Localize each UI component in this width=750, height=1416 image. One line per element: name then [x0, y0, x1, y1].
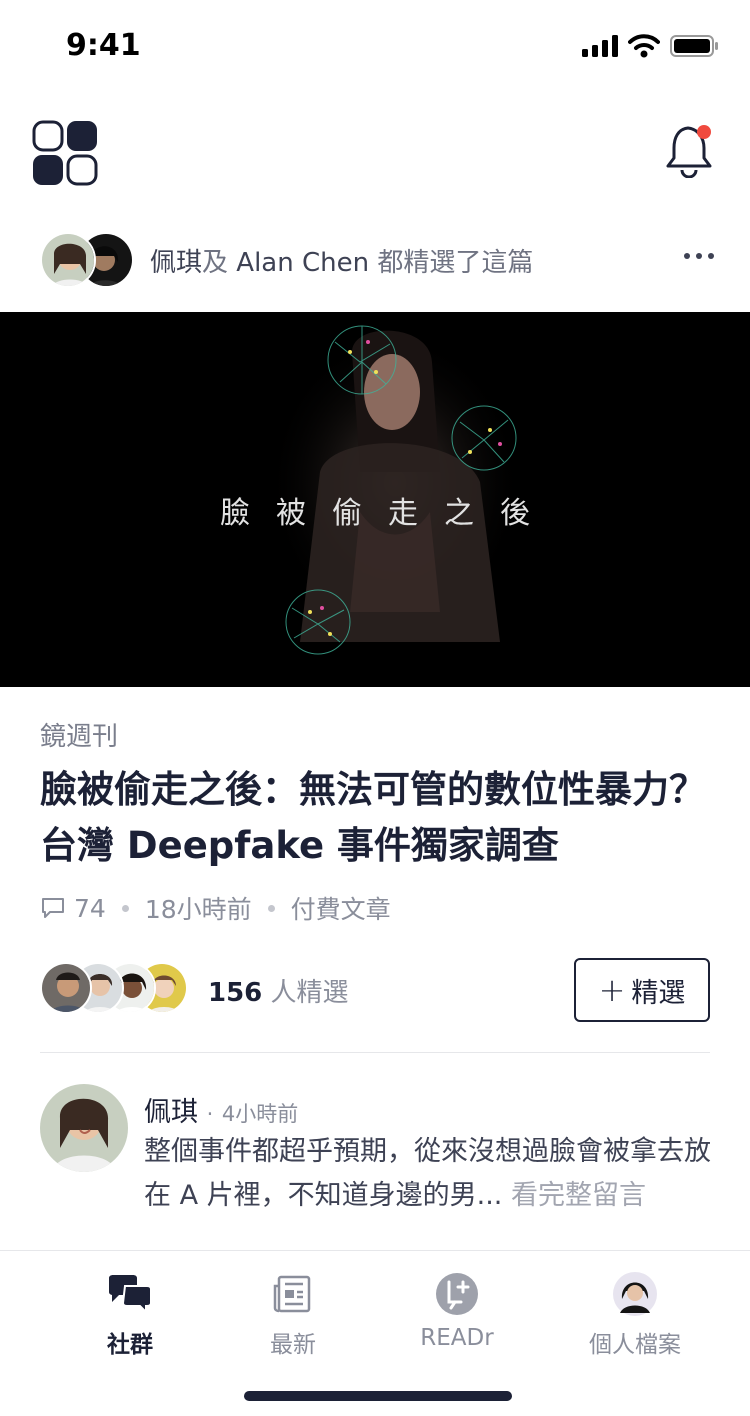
newspaper-icon [273, 1275, 311, 1313]
tab-label: 個人檔案 [589, 1332, 681, 1358]
app-logo-icon[interactable] [32, 120, 98, 186]
plus-icon: + [598, 971, 626, 1009]
featured-comment[interactable]: 佩琪 · 4小時前 整個事件都超乎預期，從來沒想過臉會被拿去放在 A 片裡，不知… [40, 1084, 720, 1214]
pick-button-label: 精選 [631, 977, 686, 1009]
home-indicator[interactable] [244, 1391, 512, 1401]
curation-header: 佩琪及 Alan Chen 都精選了這篇 [40, 230, 720, 290]
avatar [40, 232, 96, 288]
divider [40, 1052, 710, 1053]
article-meta: 74 18小時前 付費文章 [40, 890, 391, 926]
app-header [0, 100, 750, 210]
tab-community[interactable]: 社群 [55, 1269, 205, 1359]
curator-avatars[interactable] [40, 231, 136, 289]
commenter-avatar[interactable] [40, 1084, 128, 1172]
article-cover-image[interactable]: 臉被偷走之後 [0, 312, 750, 687]
pick-button[interactable]: + 精選 [574, 958, 710, 1022]
cover-title-text: 臉被偷走之後 [220, 496, 556, 531]
comment-header: 佩琪 · 4小時前 [144, 1090, 298, 1129]
comment-time: 4小時前 [221, 1102, 299, 1126]
comment-icon [42, 898, 64, 918]
bottom-tab-bar: 社群 最新 READr 個人檔案 [0, 1250, 750, 1416]
read-full-comment-link[interactable]: 看完整留言 [511, 1180, 646, 1211]
status-icons [582, 34, 720, 58]
battery-icon [670, 35, 718, 57]
tab-profile[interactable]: 個人檔案 [560, 1269, 710, 1359]
meta-separator [121, 904, 129, 912]
cellular-signal-icon [582, 35, 618, 57]
comment-count[interactable]: 74 [74, 894, 106, 923]
wifi-icon [628, 34, 660, 58]
tab-latest[interactable]: 最新 [218, 1269, 368, 1359]
commenter-name[interactable]: 佩琪 [144, 1097, 198, 1128]
curator-name[interactable]: Alan Chen [236, 248, 369, 278]
comment-body: 整個事件都超乎預期，從來沒想過臉會被拿去放在 A 片裡，不知道身邊的男... 看… [144, 1130, 720, 1218]
article-time: 18小時前 [144, 895, 252, 924]
publisher-name[interactable]: 鏡週刊 [40, 716, 118, 753]
community-chat-icon [109, 1275, 152, 1314]
picks-number: 156 [208, 978, 263, 1008]
picks-count[interactable]: 156 人精選 [208, 972, 349, 1009]
curator-name[interactable]: 佩琪 [150, 248, 202, 278]
status-bar: 9:41 [0, 0, 750, 88]
notification-bell-icon[interactable] [664, 122, 716, 178]
status-time: 9:41 [66, 28, 141, 63]
picks-row: 156 人精選 + 精選 [40, 958, 710, 1022]
tab-label: 最新 [270, 1332, 316, 1358]
paid-article-tag: 付費文章 [290, 895, 391, 924]
tab-label: 社群 [107, 1332, 153, 1358]
picks-suffix: 人精選 [270, 978, 349, 1008]
readr-icon [436, 1273, 478, 1315]
article-title[interactable]: 臉被偷走之後：無法可管的數位性暴力？台灣 Deepfake 事件獨家調查 [40, 762, 710, 874]
curation-connector: 及 [202, 247, 229, 278]
curation-suffix: 都精選了這篇 [377, 247, 534, 278]
pickers-avatars[interactable] [40, 962, 190, 1018]
more-options-icon[interactable] [684, 246, 720, 266]
curation-text: 佩琪及 Alan Chen 都精選了這篇 [150, 242, 533, 279]
meta-separator [267, 904, 275, 912]
tab-readr[interactable]: READr [382, 1269, 532, 1351]
avatar [40, 962, 92, 1014]
tab-label: READr [420, 1325, 494, 1351]
profile-avatar-icon [613, 1272, 657, 1316]
comment-separator: · [206, 1102, 214, 1126]
